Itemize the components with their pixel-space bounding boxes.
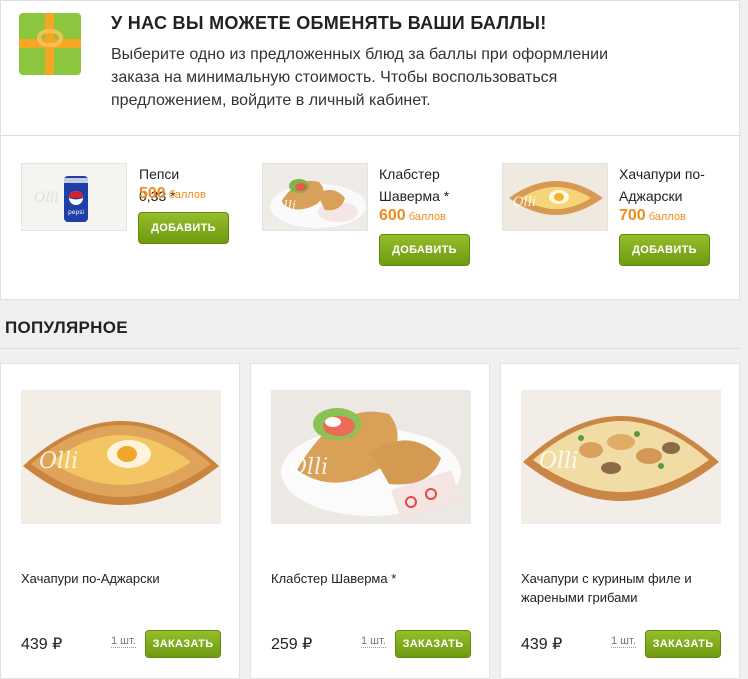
svg-text:Olli: Olli xyxy=(539,449,578,474)
svg-text:pepsi: pepsi xyxy=(68,209,84,216)
offer-price: 600 баллов xyxy=(379,207,446,224)
add-pepsi-button[interactable]: ДОБАВИТЬ xyxy=(138,212,229,244)
product-card: Olli Клабстер Шаверма * 259 ₽ 1 шт. ЗАКА… xyxy=(250,363,490,679)
order-button[interactable]: ЗАКАЗАТЬ xyxy=(645,630,721,658)
order-button[interactable]: ЗАКАЗАТЬ xyxy=(395,630,471,658)
product-quantity[interactable]: 1 шт. xyxy=(611,635,636,648)
product-image-khachapuri[interactable]: Olli xyxy=(21,390,221,524)
product-card: Olli Хачапури с куриным филе и жареными … xyxy=(500,363,740,679)
product-name[interactable]: Клабстер Шаверма * xyxy=(271,569,476,588)
section-title-popular: ПОПУЛЯРНОЕ xyxy=(5,318,128,337)
product-name[interactable]: Хачапури по-Аджарски xyxy=(21,569,226,588)
divider xyxy=(1,135,741,136)
offer-name: Клабстер Шаверма * xyxy=(379,166,450,204)
gift-icon xyxy=(19,13,81,75)
offer-image-shawarma: Olli xyxy=(262,163,368,231)
add-shawarma-button[interactable]: ДОБАВИТЬ xyxy=(379,234,470,266)
product-price: 439 ₽ xyxy=(521,636,563,653)
section-divider xyxy=(0,348,740,349)
svg-text:Olli: Olli xyxy=(513,195,536,210)
offer-image-khachapuri: Olli xyxy=(502,163,608,231)
offer-image-pepsi: Olli pepsi xyxy=(21,163,127,231)
product-name[interactable]: Хачапури с куриным филе и жареными гриба… xyxy=(521,569,726,607)
offer-price: 500 баллов xyxy=(139,185,206,202)
order-button[interactable]: ЗАКАЗАТЬ xyxy=(145,630,221,658)
product-price: 439 ₽ xyxy=(21,636,63,653)
product-price: 259 ₽ xyxy=(271,636,313,653)
product-card: Olli Хачапури по-Аджарски 439 ₽ 1 шт. ЗА… xyxy=(0,363,240,679)
svg-text:Olli: Olli xyxy=(273,199,296,214)
promo-title: У НАС ВЫ МОЖЕТЕ ОБМЕНЯТЬ ВАШИ БАЛЛЫ! xyxy=(111,13,547,33)
offer-price: 700 баллов xyxy=(619,207,686,224)
offer-name: Хачапури по-Аджарски xyxy=(619,166,705,204)
svg-text:Olli: Olli xyxy=(39,449,78,474)
product-quantity[interactable]: 1 шт. xyxy=(111,635,136,648)
svg-text:Olli: Olli xyxy=(34,190,59,206)
points-promo-panel: У НАС ВЫ МОЖЕТЕ ОБМЕНЯТЬ ВАШИ БАЛЛЫ! Выб… xyxy=(0,0,741,300)
product-quantity[interactable]: 1 шт. xyxy=(361,635,386,648)
product-image-khachapuri-chicken[interactable]: Olli xyxy=(521,390,721,524)
add-khachapuri-button[interactable]: ДОБАВИТЬ xyxy=(619,234,710,266)
svg-text:Olli: Olli xyxy=(289,455,328,480)
promo-description: Выберите одно из предложенных блюд за ба… xyxy=(111,46,609,109)
product-image-shawarma[interactable]: Olli xyxy=(271,390,471,524)
